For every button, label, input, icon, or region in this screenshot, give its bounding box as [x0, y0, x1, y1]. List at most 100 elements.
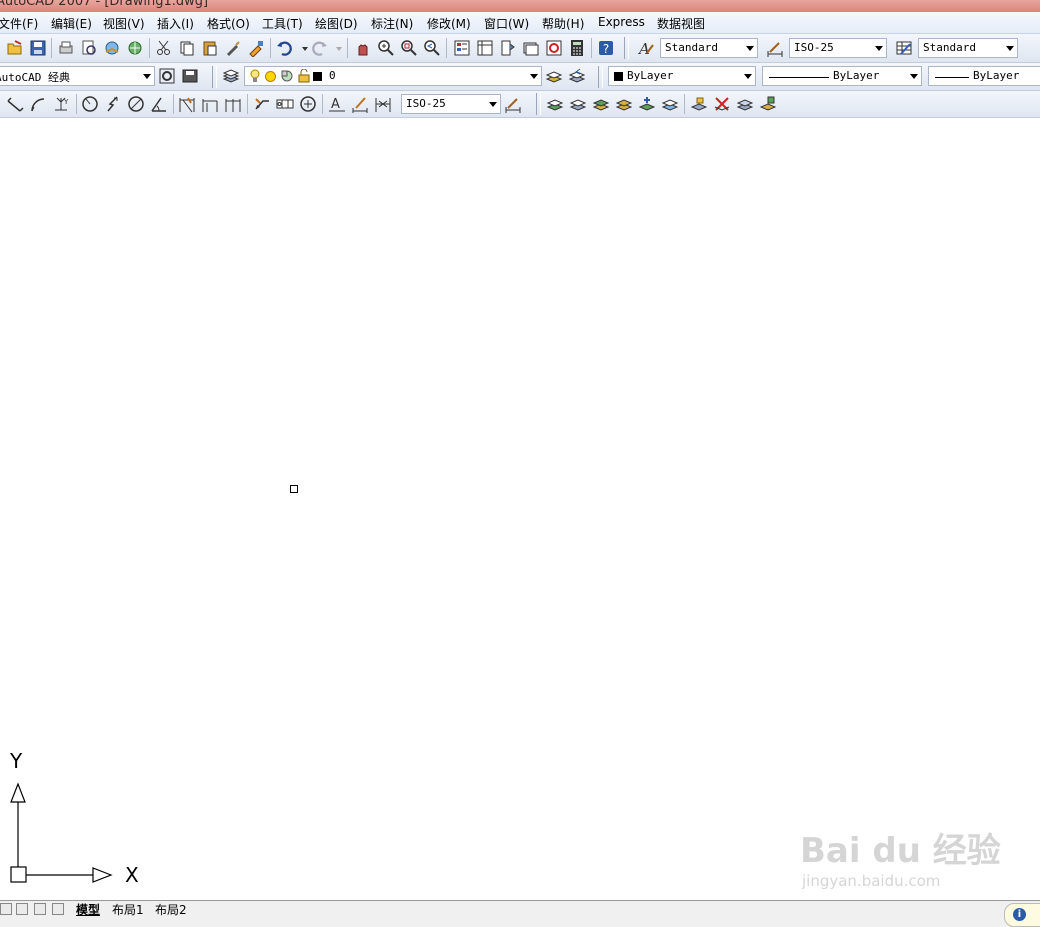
dim-diameter-icon[interactable]: [127, 95, 145, 113]
window-title: AutoCAD 2007 - [Drawing1.dwg]: [0, 0, 209, 9]
menu-tools[interactable]: 工具(T): [262, 15, 303, 32]
dim-continue-icon[interactable]: [224, 95, 242, 113]
info-balloon[interactable]: i: [1004, 903, 1040, 927]
save-icon[interactable]: [29, 39, 47, 57]
make-layer-current-icon[interactable]: [545, 67, 563, 85]
tab-layout2[interactable]: 布局2: [155, 901, 187, 918]
quick-dim-icon[interactable]: [178, 95, 196, 113]
workspace-combo[interactable]: AutoCAD 经典: [0, 66, 155, 86]
linetype-combo[interactable]: ByLayer: [762, 66, 922, 86]
plot-preview-icon[interactable]: [80, 39, 98, 57]
pan-icon[interactable]: [354, 39, 372, 57]
layer-lock-icon[interactable]: [690, 95, 708, 113]
design-center-icon[interactable]: [476, 39, 494, 57]
menu-help[interactable]: 帮助(H): [542, 15, 584, 32]
layer-walk-icon[interactable]: [759, 95, 777, 113]
dim-edit-icon[interactable]: A: [328, 95, 346, 113]
menu-modify[interactable]: 修改(M): [427, 15, 471, 32]
layer-off-icon[interactable]: [661, 95, 679, 113]
layer-combo[interactable]: 0: [244, 66, 542, 86]
drawing-canvas[interactable]: Y X Bai du 经验 jingyan.baidu.com: [0, 118, 1040, 900]
table-style-icon[interactable]: [895, 39, 913, 57]
dim-update-icon[interactable]: [374, 95, 392, 113]
last-tab-button[interactable]: [52, 903, 64, 915]
undo-dropdown-icon[interactable]: [296, 39, 308, 57]
layer-freeze-icon[interactable]: [638, 95, 656, 113]
dimension-toolbar: Y A ISO-25: [0, 91, 1040, 118]
menu-draw[interactable]: 绘图(D): [315, 15, 358, 32]
save-workspace-icon[interactable]: [181, 67, 199, 85]
dim-baseline-icon[interactable]: [201, 95, 219, 113]
workspace-settings-icon[interactable]: [158, 67, 176, 85]
layer-unlock-icon: [298, 68, 310, 86]
menu-window[interactable]: 窗口(W): [484, 15, 529, 32]
block-editor-icon[interactable]: [247, 39, 265, 57]
quick-leader-icon[interactable]: [253, 95, 271, 113]
menu-express[interactable]: Express: [598, 15, 645, 29]
next-tab-button[interactable]: [34, 903, 46, 915]
prev-tab-button[interactable]: [16, 903, 28, 915]
dim-style-combo[interactable]: ISO-25: [789, 38, 887, 58]
layer-previous-icon[interactable]: [568, 67, 586, 85]
3d-dwf-icon[interactable]: [126, 39, 144, 57]
baidu-watermark: Bai du 经验 jingyan.baidu.com: [800, 823, 1001, 890]
menu-file[interactable]: 文件(F): [0, 15, 38, 32]
tolerance-icon[interactable]: [276, 95, 294, 113]
tab-layout1[interactable]: 布局1: [112, 901, 144, 918]
zoom-previous-icon[interactable]: [423, 39, 441, 57]
properties-icon[interactable]: [453, 39, 471, 57]
publish-icon[interactable]: [103, 39, 121, 57]
dim-style-manager-icon[interactable]: [504, 95, 522, 113]
menu-format[interactable]: 格式(O): [207, 15, 250, 32]
lineweight-preview: [935, 77, 969, 78]
sheet-set-icon[interactable]: [522, 39, 540, 57]
match-properties-icon[interactable]: [224, 39, 242, 57]
calculator-icon[interactable]: [568, 39, 586, 57]
text-style-icon[interactable]: A: [637, 39, 655, 57]
table-style-combo[interactable]: Standard: [918, 38, 1018, 58]
markup-set-icon[interactable]: [545, 39, 563, 57]
zoom-window-icon[interactable]: [400, 39, 418, 57]
redo-icon[interactable]: [310, 39, 328, 57]
layer-unisolate-icon[interactable]: [569, 95, 587, 113]
dim-angular-icon[interactable]: [150, 95, 168, 113]
dim-text-edit-icon[interactable]: [351, 95, 369, 113]
menu-insert[interactable]: 插入(I): [157, 15, 194, 32]
zoom-realtime-icon[interactable]: [377, 39, 395, 57]
center-mark-icon[interactable]: [299, 95, 317, 113]
text-style-combo[interactable]: Standard: [660, 38, 758, 58]
lineweight-combo[interactable]: ByLayer: [928, 66, 1040, 86]
dim-arc-icon[interactable]: [29, 95, 47, 113]
redo-dropdown-icon[interactable]: [330, 39, 342, 57]
dim-radius-icon[interactable]: [81, 95, 99, 113]
plot-icon[interactable]: [57, 39, 75, 57]
dim-style-icon[interactable]: [766, 39, 784, 57]
dim-ordinate-icon[interactable]: Y: [52, 95, 70, 113]
first-tab-button[interactable]: [0, 903, 12, 915]
dim-jogged-icon[interactable]: [104, 95, 122, 113]
color-combo[interactable]: ByLayer: [608, 66, 756, 86]
ucs-y-label: Y: [10, 749, 23, 773]
layer-change-icon[interactable]: [615, 95, 633, 113]
menu-dimension[interactable]: 标注(N): [371, 15, 413, 32]
tab-model[interactable]: 模型: [76, 901, 100, 918]
menu-data-view[interactable]: 数据视图: [657, 15, 705, 32]
menu-edit[interactable]: 编辑(E): [51, 15, 92, 32]
layer-manager-icon[interactable]: [222, 67, 240, 85]
dim-aligned-icon[interactable]: [6, 95, 24, 113]
layer-isolate-icon[interactable]: [546, 95, 564, 113]
layer-delete-icon[interactable]: [713, 95, 731, 113]
tool-palettes-icon[interactable]: [499, 39, 517, 57]
open-icon[interactable]: [6, 39, 24, 57]
menu-view[interactable]: 视图(V): [103, 15, 145, 32]
svg-text:Y: Y: [63, 98, 69, 106]
dim-toolbar-style-combo[interactable]: ISO-25: [401, 94, 501, 114]
layer-merge-icon[interactable]: [736, 95, 754, 113]
copy-icon[interactable]: [178, 39, 196, 57]
cut-icon[interactable]: [155, 39, 173, 57]
undo-icon[interactable]: [276, 39, 294, 57]
layer-match-icon[interactable]: [592, 95, 610, 113]
help-icon[interactable]: ?: [597, 39, 615, 57]
color-swatch: [614, 72, 623, 81]
paste-icon[interactable]: [201, 39, 219, 57]
